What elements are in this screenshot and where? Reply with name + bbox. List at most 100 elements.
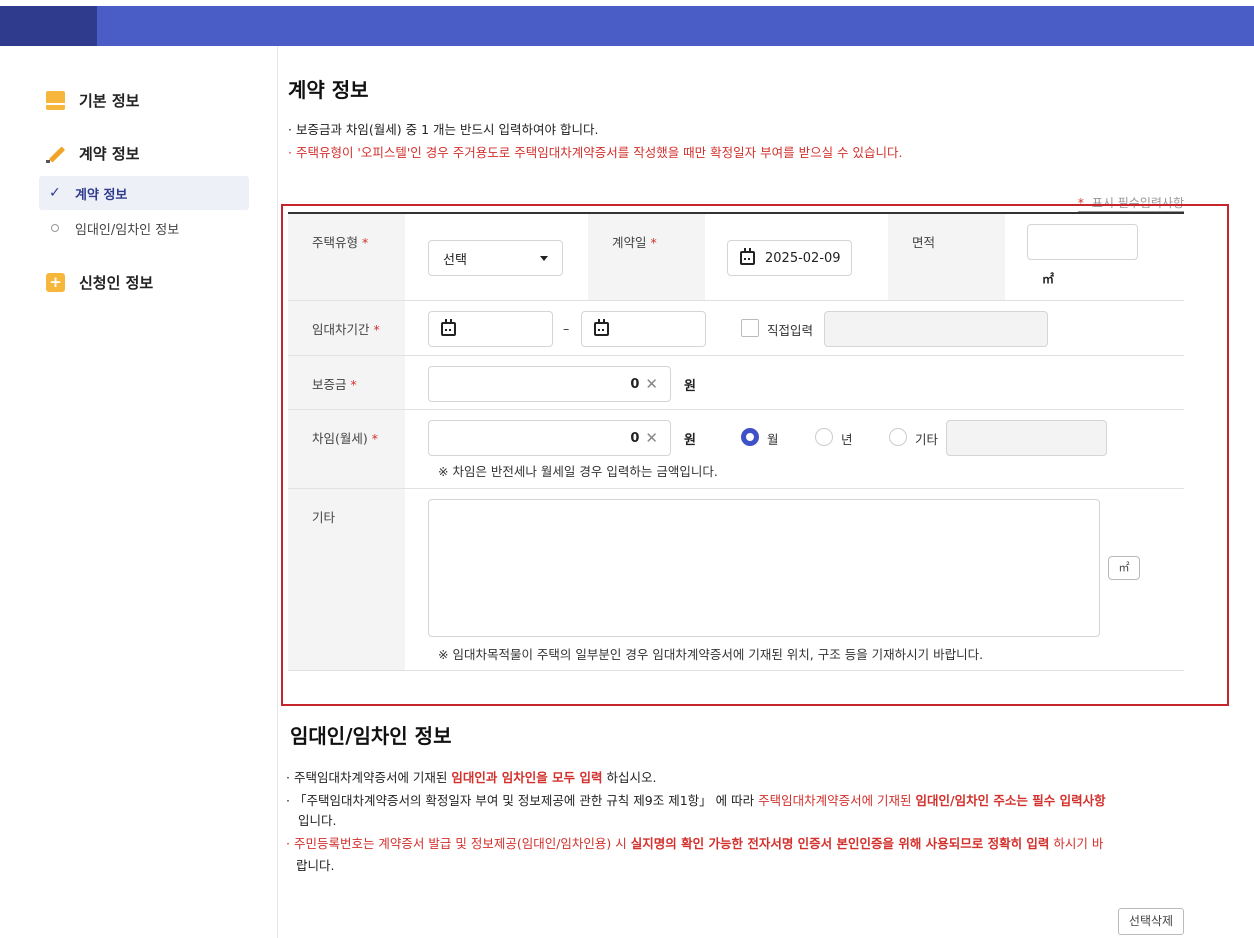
- select-value: 선택: [443, 252, 467, 268]
- document-icon: [46, 91, 65, 110]
- area-unit: ㎡: [1042, 272, 1055, 286]
- rent-other-input[interactable]: [946, 420, 1107, 456]
- label-text: 기타: [312, 510, 336, 525]
- calendar-icon: [441, 319, 456, 336]
- parties-note-3: · 주민등록번호는 계약증서 발급 및 정보제공(임대인/임차인용) 시 실지명…: [286, 833, 1103, 852]
- form-row-housing: 주택유형 * 선택 계약일 * 2025-02-09 면적 ㎡: [288, 214, 1184, 301]
- lease-period-cell: – 직접입력: [405, 301, 1184, 355]
- housing-type-cell: 선택: [405, 214, 588, 300]
- label-text: 면적: [912, 235, 936, 250]
- etc-textarea[interactable]: [428, 499, 1100, 637]
- caret-down-icon: [540, 255, 548, 261]
- area-cell: ㎡: [1005, 214, 1184, 300]
- housing-type-select[interactable]: 선택: [428, 240, 563, 276]
- m2-button[interactable]: ㎡: [1108, 556, 1140, 580]
- contract-note-1: · 보증금과 차임(월세) 중 1 개는 반드시 입력하여야 합니다.: [288, 122, 599, 137]
- parties-note-2-cont: 입니다.: [298, 813, 337, 828]
- section-title-parties: 임대인/임차인 정보: [290, 724, 452, 748]
- deposit-cell: 0 ✕ 원: [405, 356, 1184, 409]
- label-text: 계약일: [612, 235, 647, 250]
- area-label: 면적: [888, 214, 1005, 300]
- required-star: *: [350, 377, 357, 392]
- rent-period-radio-year[interactable]: [815, 428, 833, 446]
- form-row-deposit: 보증금 * 0 ✕ 원: [288, 356, 1184, 410]
- header-logo-area: [0, 6, 97, 46]
- calendar-icon: [740, 248, 755, 265]
- sidebar-group-label: 기본 정보: [79, 92, 140, 110]
- period-separator: –: [563, 321, 570, 336]
- direct-input-checkbox[interactable]: [741, 319, 759, 337]
- sidebar-item-contract-info[interactable]: ✓ 계약 정보: [39, 176, 249, 210]
- lease-start-date-input[interactable]: [428, 311, 553, 347]
- rent-value: 0: [630, 430, 640, 446]
- lease-period-label: 임대차기간 *: [288, 301, 405, 355]
- sidebar-group-contract-info[interactable]: 계약 정보: [46, 143, 139, 164]
- sidebar-item-parties-info[interactable]: 임대인/임차인 정보: [39, 211, 249, 245]
- note-highlight: · 주민등록번호는 계약증서 발급 및 정보제공(임대인/임차인용) 시: [286, 836, 631, 851]
- plus-icon: +: [46, 273, 65, 292]
- sidebar-group-basic-info[interactable]: 기본 정보: [46, 90, 139, 111]
- pencil-icon: [46, 144, 65, 163]
- parties-note-2: · 「주택임대차계약증서의 확정일자 부여 및 정보제공에 관한 규칙 제9조 …: [286, 790, 1106, 809]
- clear-icon[interactable]: ✕: [645, 375, 658, 393]
- note-emphasis: 임대인과 임차인을 모두 입력: [451, 770, 603, 785]
- note-text: · 주택임대차계약증서에 기재된: [286, 770, 452, 785]
- rent-period-radio-month[interactable]: [741, 428, 759, 446]
- required-star: *: [373, 322, 380, 337]
- deposit-input[interactable]: 0 ✕: [428, 366, 671, 402]
- contract-note-2: · 주택유형이 '오피스텔'인 경우 주거용도로 주택임대차계약증서를 작성했을…: [288, 145, 903, 160]
- direct-input-label: 직접입력: [767, 323, 814, 338]
- rent-hint: ※ 차임은 반전세나 월세일 경우 입력하는 금액입니다.: [438, 464, 718, 479]
- parties-note-1: · 주택임대차계약증서에 기재된 임대인과 임차인을 모두 입력 하십시오.: [286, 767, 656, 786]
- rent-input[interactable]: 0 ✕: [428, 420, 671, 456]
- required-star: *: [371, 431, 379, 446]
- label-text: 임대차기간: [312, 322, 370, 337]
- sidebar-item-label: 계약 정보: [75, 187, 128, 203]
- contract-date-label: 계약일 *: [588, 214, 705, 300]
- sidebar-group-label: 계약 정보: [79, 145, 140, 163]
- contract-date-cell: 2025-02-09: [705, 214, 888, 300]
- parties-note-3-cont: 랍니다.: [296, 858, 335, 873]
- rent-period-label-other: 기타: [915, 432, 939, 447]
- deposit-value: 0: [630, 376, 640, 392]
- clear-icon[interactable]: ✕: [645, 429, 658, 447]
- top-header-bar: [0, 6, 1254, 46]
- deposit-unit: 원: [684, 379, 696, 394]
- deposit-label: 보증금 *: [288, 356, 405, 409]
- contract-form-table: 주택유형 * 선택 계약일 * 2025-02-09 면적 ㎡ 임대차기간 * –: [288, 212, 1184, 671]
- contract-date-input[interactable]: 2025-02-09: [727, 240, 852, 276]
- label-text: 보증금: [312, 377, 347, 392]
- required-star: *: [362, 235, 369, 250]
- lease-end-date-input[interactable]: [581, 311, 706, 347]
- sidebar-item-label: 임대인/임차인 정보: [75, 222, 180, 238]
- delete-selected-button[interactable]: 선택삭제: [1118, 908, 1184, 935]
- label-text: 차임(월세): [312, 431, 368, 446]
- rent-period-label-year: 년: [841, 432, 853, 447]
- circle-icon: [51, 224, 59, 232]
- section-title-contract: 계약 정보: [288, 78, 369, 102]
- required-star: *: [650, 235, 657, 250]
- note-emphasis: 실지명의 확인 가능한 전자서명 인증서 본인인증을 위해 사용되므로 정확히 …: [630, 836, 1050, 851]
- rent-unit: 원: [684, 433, 696, 448]
- area-input[interactable]: [1027, 224, 1138, 260]
- form-row-etc: 기타 ㎡ ※ 임대차목적물이 주택의 일부분인 경우 임대차계약증서에 기재된 …: [288, 489, 1184, 671]
- rent-period-label-month: 월: [767, 432, 779, 447]
- form-row-lease-period: 임대차기간 * – 직접입력: [288, 301, 1184, 356]
- note-emphasis: 임대인/임차인 주소는 필수 입력사항: [915, 793, 1106, 808]
- calendar-icon: [594, 319, 609, 336]
- note-text: · 「주택임대차계약증서의 확정일자 부여 및 정보제공에 관한 규칙 제9조 …: [286, 793, 759, 808]
- date-value: 2025-02-09: [765, 250, 841, 266]
- etc-hint: ※ 임대차목적물이 주택의 일부분인 경우 임대차계약증서에 기재된 위치, 구…: [438, 647, 984, 662]
- etc-label: 기타: [288, 489, 405, 670]
- form-row-rent: 차임(월세) * 0 ✕ 원 월 년 기타 ※ 차임은 반전세나 월세일 경우 입…: [288, 410, 1184, 489]
- note-highlight: 하시기 바: [1049, 836, 1104, 851]
- note-text: 하십시오.: [602, 770, 657, 785]
- rent-label: 차임(월세) *: [288, 410, 405, 488]
- housing-type-label: 주택유형 *: [288, 214, 405, 300]
- note-highlight: 주택임대차계약증서에 기재된: [758, 793, 916, 808]
- check-icon: ✓: [49, 185, 61, 201]
- direct-input-field[interactable]: [824, 311, 1048, 347]
- sidebar-group-applicant-info[interactable]: + 신청인 정보: [46, 272, 153, 293]
- sidebar: 기본 정보 계약 정보 ✓ 계약 정보 임대인/임차인 정보 + 신청인 정보: [0, 46, 278, 938]
- rent-period-radio-other[interactable]: [889, 428, 907, 446]
